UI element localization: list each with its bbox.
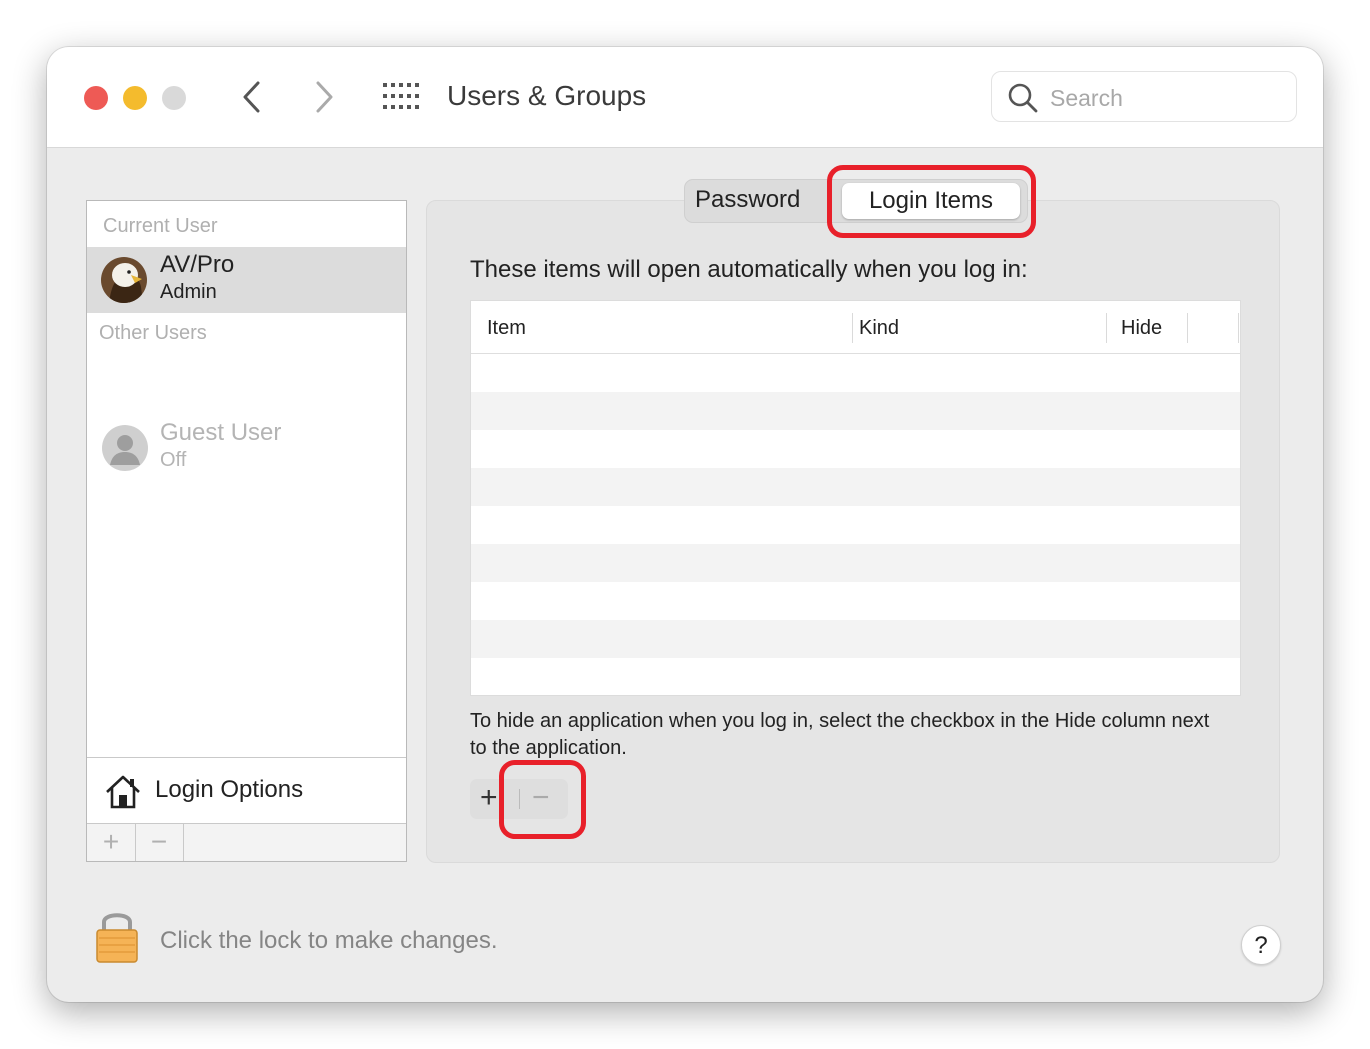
back-chevron-icon[interactable]: [239, 79, 267, 115]
column-separator: [1106, 313, 1107, 343]
column-header-kind[interactable]: Kind: [859, 317, 899, 340]
table-row: [471, 544, 1240, 582]
tab-login-items[interactable]: Login Items: [842, 183, 1020, 219]
add-remove-login-item-control: + −: [470, 779, 568, 819]
table-header: Item Kind Hide: [471, 301, 1240, 354]
table-row: [471, 392, 1240, 430]
house-icon: [106, 775, 140, 809]
column-header-hide[interactable]: Hide: [1121, 317, 1162, 340]
forward-chevron-icon[interactable]: [309, 79, 337, 115]
user-row-guest[interactable]: Guest User Off: [87, 415, 406, 481]
login-items-table[interactable]: Item Kind Hide: [470, 300, 1241, 696]
column-separator: [1187, 313, 1188, 343]
title-bar: Users & Groups: [47, 47, 1323, 148]
current-user-role: Admin: [160, 281, 217, 303]
current-user-header: Current User: [103, 215, 218, 237]
user-row-current[interactable]: AV/Pro Admin: [87, 247, 406, 313]
window-title: Users & Groups: [447, 80, 647, 111]
table-row: [471, 620, 1240, 658]
help-button[interactable]: ?: [1241, 925, 1281, 965]
tab-password[interactable]: Password: [695, 186, 800, 214]
column-header-item[interactable]: Item: [487, 317, 526, 340]
login-options-item[interactable]: Login Options: [87, 757, 406, 823]
login-items-intro: These items will open automatically when…: [470, 256, 1028, 283]
table-row: [471, 430, 1240, 468]
guest-user-name: Guest User: [160, 419, 282, 446]
other-users-header: Other Users: [99, 322, 207, 344]
system-preferences-window: Users & Groups Current User AV/Pro: [47, 47, 1323, 1002]
column-separator: [852, 313, 853, 343]
table-row: [471, 468, 1240, 506]
search-icon: [1008, 83, 1038, 113]
guest-user-status: Off: [160, 449, 187, 471]
login-options-label: Login Options: [155, 776, 304, 803]
table-row: [471, 658, 1240, 695]
search-field[interactable]: [991, 71, 1297, 122]
add-login-item-button[interactable]: +: [480, 781, 498, 815]
person-avatar-icon: [102, 425, 148, 471]
search-input[interactable]: [1048, 81, 1282, 115]
hide-help-text: To hide an application when you log in, …: [470, 710, 1210, 759]
user-list-buttons: + −: [87, 823, 406, 861]
minimize-window-button[interactable]: [123, 86, 147, 110]
show-all-grid-icon[interactable]: [383, 83, 419, 110]
eagle-avatar-icon: [101, 257, 147, 303]
table-row: [471, 582, 1240, 620]
remove-login-item-button[interactable]: −: [532, 781, 550, 815]
add-user-button[interactable]: +: [87, 824, 136, 861]
current-user-name: AV/Pro: [160, 251, 235, 278]
segment-divider: [519, 789, 520, 809]
user-list: Current User AV/Pro Admin Other Users Gu…: [86, 200, 407, 862]
table-row: [471, 506, 1240, 544]
table-row: [471, 354, 1240, 392]
close-window-button[interactable]: [84, 86, 108, 110]
zoom-window-button: [162, 86, 186, 110]
column-separator: [1238, 313, 1239, 343]
lock-icon[interactable]: [95, 908, 139, 964]
remove-user-button[interactable]: −: [135, 824, 184, 861]
tab-bar: Password Login Items: [684, 179, 1028, 223]
lock-message: Click the lock to make changes.: [160, 927, 498, 954]
